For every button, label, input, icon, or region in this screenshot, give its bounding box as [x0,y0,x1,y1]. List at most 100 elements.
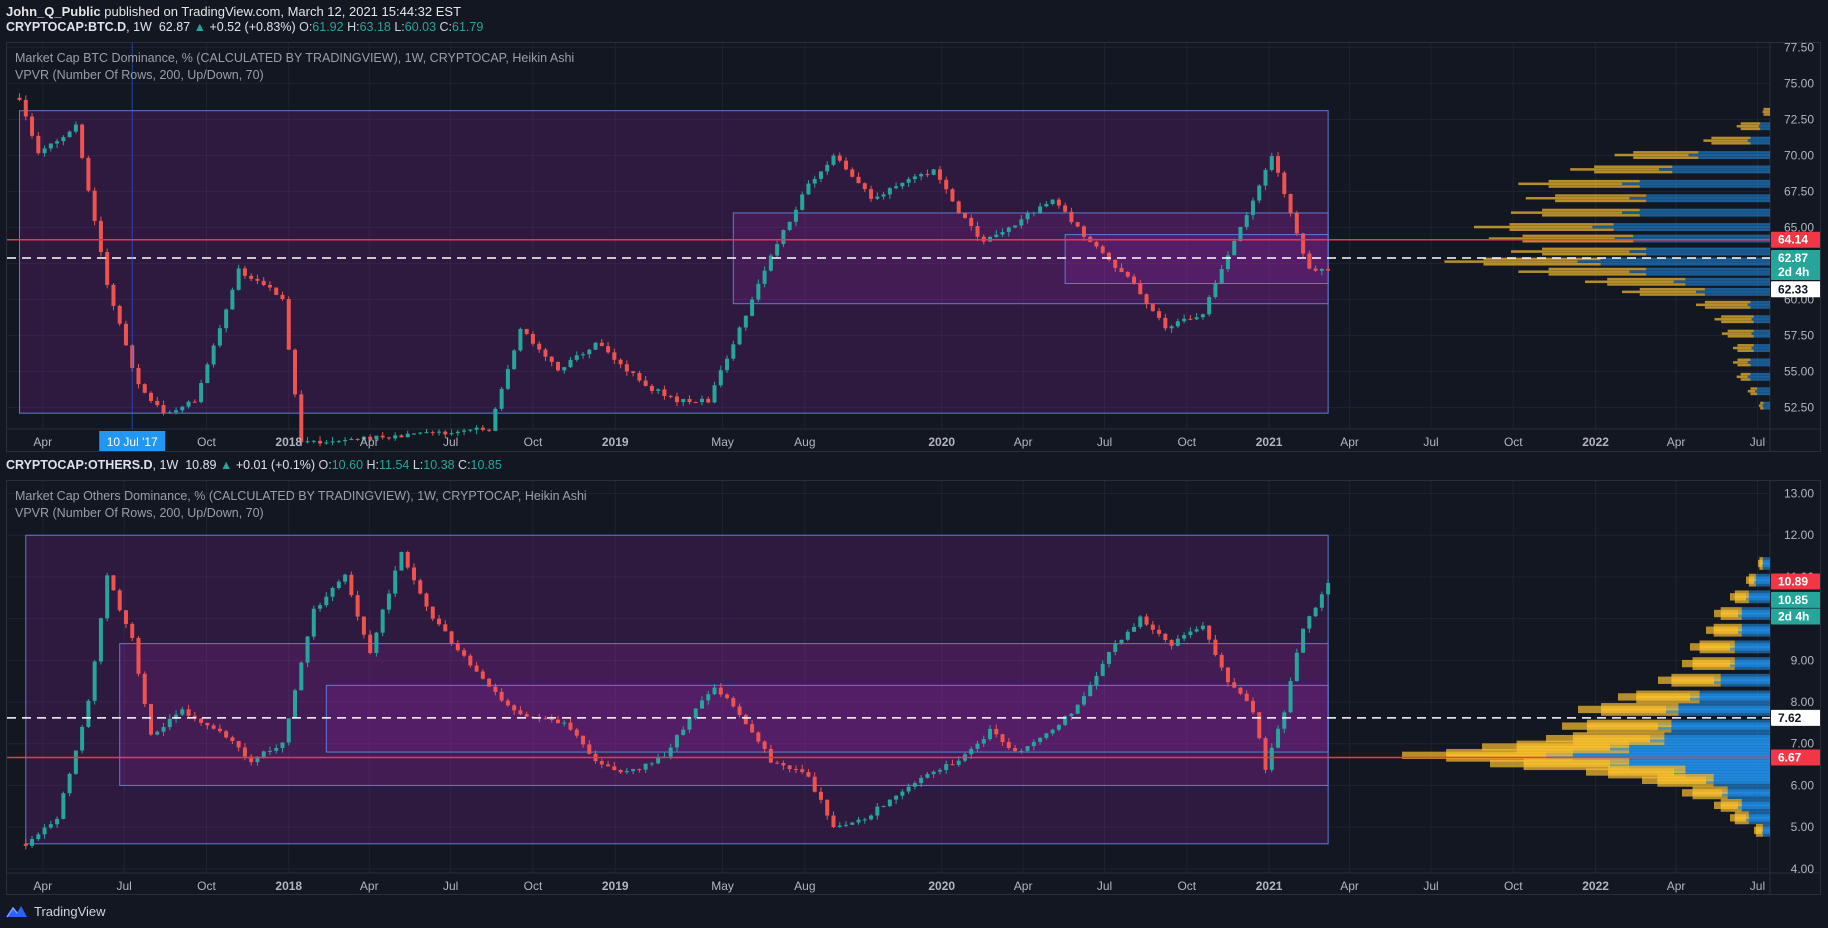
vpvr-down-bar [1741,607,1770,615]
zone-box-3[interactable] [325,684,1329,753]
indicator-legend[interactable]: VPVR (Number Of Rows, 200, Up/Down, 70) [15,506,264,520]
vpvr-down-bar [1753,320,1770,324]
y-tick-label: 70.00 [1784,148,1814,162]
chart-pane-btc-dominance[interactable]: 52.5055.0057.5060.0062.5065.0067.5070.00… [6,42,1821,452]
vpvr-up-bar [1763,107,1770,111]
candle-body [136,367,141,385]
candle-body [956,760,961,765]
interval: 1W [159,458,179,472]
price-label: 62.87 [1771,250,1820,267]
candle-body [224,309,229,329]
y-tick-label: 9.00 [1791,653,1815,667]
candle-body [1106,252,1111,260]
candle-body [1207,297,1212,315]
zone-box-3[interactable] [1064,234,1329,285]
candle-body [568,359,573,368]
vpvr-down-bar [1763,401,1770,405]
svg-text:62.33: 62.33 [1778,282,1808,296]
candle-body [875,806,880,816]
x-tick-label: Apr [1340,879,1359,893]
candle-body [756,732,761,742]
btc-dominance-chart[interactable]: 52.5055.0057.5060.0062.5065.0067.5070.00… [7,43,1821,452]
symbol-name[interactable]: CRYPTOCAP:BTC.D [6,20,126,34]
candle-body [1257,185,1262,201]
vpvr-down-bar [1659,168,1770,171]
vpvr-down-bar [1639,214,1770,217]
candle-body [693,402,698,404]
vpvr-up-bar [1704,300,1751,304]
candle-body [280,294,285,300]
candle-body [787,765,792,770]
candle-body [130,623,135,638]
candle-body [674,396,679,403]
vpvr-down-bar [1600,257,1770,261]
candle-body [643,763,648,770]
candle-body [1081,696,1086,705]
candle-body [73,124,78,132]
candle-body [975,743,980,749]
candle-body [731,698,736,707]
vpvr-down-bar [1672,170,1770,174]
candle-body [1094,675,1099,686]
vpvr-down-bar [1678,703,1770,711]
candle-body [1188,631,1193,636]
candle-body [343,439,348,442]
vpvr-down-bar [1762,823,1770,832]
candle-body [455,643,460,651]
candle-body [637,769,642,771]
candle-body [1250,200,1255,216]
candle-body [512,705,517,711]
candle-body [230,289,235,310]
others-dominance-chart[interactable]: 4.005.006.007.008.009.0010.0011.0012.001… [7,481,1821,895]
candle-body [142,384,147,393]
candle-body [844,824,849,826]
vpvr-up-bar [1555,199,1647,203]
candle-body [117,590,122,611]
candle-body [850,169,855,177]
candle-body [862,819,867,821]
symbol-name[interactable]: CRYPTOCAP:OTHERS.D [6,458,153,472]
series-legend[interactable]: Market Cap BTC Dominance, % (CALCULATED … [15,51,574,65]
candle-body [318,440,323,444]
candle-body [293,349,298,395]
candle-body [480,427,485,430]
footer-brand[interactable]: TradingView [6,900,106,922]
vpvr-up-bar [1762,110,1770,114]
candle-body [856,176,861,184]
candle-body [261,751,266,757]
candle-body [693,708,698,719]
candle-body [267,285,272,288]
up-arrow-icon: ▲ [219,458,233,472]
candle-body [142,673,147,705]
vpvr-up-bar [1622,290,1696,294]
vpvr-down-bar [1622,211,1770,214]
x-tick-label: Jul [117,879,132,893]
vpvr-up-bar [1750,387,1757,390]
ohlc-close: 10.85 [470,458,502,472]
candle-body [1163,633,1168,641]
vpvr-down-bar [1696,290,1770,294]
indicator-legend[interactable]: VPVR (Number Of Rows, 200, Up/Down, 70) [15,68,264,82]
candle-body [380,435,385,438]
x-tick-label: 2022 [1582,879,1609,893]
candle-body [1276,728,1281,748]
candle-body [386,437,391,439]
candle-body [48,143,53,149]
candle-body [1319,594,1324,608]
x-tick-label: Apr [33,435,52,449]
vpvr-up-bar [1548,179,1640,183]
series-legend[interactable]: Market Cap Others Dominance, % (CALCULAT… [15,489,587,503]
y-tick-label: 6.00 [1791,778,1815,792]
candle-body [73,750,78,774]
vpvr-down-bar [1750,142,1770,145]
vpvr-up-bar [1614,153,1689,157]
vpvr-up-bar [1750,392,1757,396]
y-tick-label: 7.00 [1791,737,1815,751]
author-name[interactable]: John_Q_Public [6,4,101,19]
vpvr-up-bar [1542,214,1640,217]
candle-body [468,429,473,431]
vpvr-down-bar [1592,225,1770,229]
candle-body [869,815,874,820]
chart-pane-others-dominance[interactable]: 4.005.006.007.008.009.0010.0011.0012.001… [6,480,1821,895]
candle-body [906,179,911,183]
